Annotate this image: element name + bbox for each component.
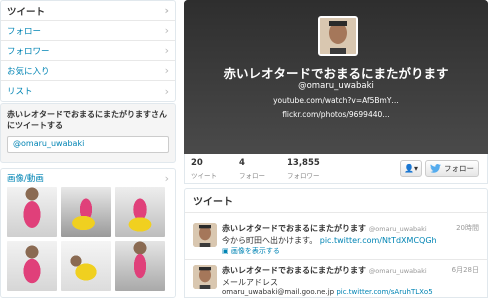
follow-label: フォロー [444,164,474,173]
tweet-link[interactable]: pic.twitter.com/sAruhTLXo5 [336,288,432,296]
nav-item-label: フォロー [7,26,42,37]
tweet-item[interactable]: 赤いレオタードでおまるにまたがります @omaru_uwabaki 20時間 今… [185,223,487,261]
tweet-body: 今から町田へ出かけます。 [222,236,318,245]
tweet-to-box: 赤いレオタードでおまるにまたがりますさんにツイートする @omaru_uwaba… [0,103,176,163]
nav-item-tweets[interactable]: ツイート › [1,1,175,21]
tweet-author: 赤いレオタードでおまるにまたがります @omaru_uwabaki [222,265,427,276]
nav-item-followers[interactable]: フォロワー › [1,41,175,61]
nav-item-favorites[interactable]: お気に入り › [1,61,175,81]
tweet-author-handle: @omaru_uwabaki [368,267,427,275]
stat-count: 13,855 [287,158,320,168]
media-thumbnails [1,187,175,291]
profile-name: 赤いレオタードでおまるにまたがります [223,66,449,81]
tweet-to-input[interactable]: @omaru_uwabaki [7,136,169,153]
tweet-divider [185,259,487,260]
chevron-right-icon: › [164,24,169,37]
tweet-text-line2: omaru_uwabaki@mail.goo.ne.jp pic.twitter… [222,288,433,296]
media-module: 画像/動画 › [0,168,176,298]
show-media-link[interactable]: ▣ 画像を表示する [222,246,280,256]
media-thumbnail[interactable] [61,241,111,291]
tweet-time[interactable]: 6月28日 [452,265,479,275]
media-thumbnail[interactable] [7,241,57,291]
follow-button[interactable]: フォロー [425,160,479,177]
tweet-author-handle: @omaru_uwabaki [368,225,427,233]
profile-stats: 20 ツイート 4 フォロー 13,855 フォロワー 👤▾ フォロー [184,154,488,184]
stat-count: 20 [191,158,203,168]
nav-item-lists[interactable]: リスト › [1,81,175,101]
show-media-label: 画像を表示する [230,247,280,255]
chevron-right-icon: › [164,84,169,98]
tweet-author-name[interactable]: 赤いレオタードでおまるにまたがります [222,224,366,233]
media-thumbnail[interactable] [115,241,165,291]
nav-item-label: ツイート [7,6,46,18]
stat-label: フォロー [239,172,265,180]
chevron-right-icon: › [164,64,169,77]
tweet-text: メールアドレス [222,278,278,287]
stat-label: ツイート [191,172,217,180]
nav-item-label: リスト [7,87,33,97]
chevron-right-icon: › [164,44,169,57]
timeline-title: ツイート [185,189,487,213]
tweet-text: 今から町田へ出かけます。 pic.twitter.com/NtTdXMCQGh [222,235,437,246]
tweet-avatar[interactable] [193,223,217,247]
media-title: 画像/動画 [7,174,44,184]
tweet-author: 赤いレオタードでおまるにまたがります @omaru_uwabaki [222,223,427,234]
tweet-time[interactable]: 20時間 [456,223,479,233]
profile-handle: @omaru_uwabaki [298,81,374,91]
tweet-email: omaru_uwabaki@mail.goo.ne.jp [222,288,335,296]
tweet-to-title: 赤いレオタードでおまるにまたがりますさんにツイートする [7,110,167,130]
stat-following[interactable]: 4 フォロー [239,158,265,180]
tweet-author-name[interactable]: 赤いレオタードでおまるにまたがります [222,266,366,275]
stat-label: フォロワー [287,172,320,180]
face-icon [193,265,217,289]
chevron-right-icon: › [164,171,169,185]
profile-header: 赤いレオタードでおまるにまたがります @omaru_uwabaki youtub… [184,0,488,154]
tweet-link[interactable]: pic.twitter.com/NtTdXMCQGh [320,236,437,245]
nav-item-label: お気に入り [7,66,50,77]
image-icon: ▣ [222,247,229,255]
person-icon: 👤▾ [404,164,418,173]
profile-avatar[interactable] [318,16,358,56]
media-thumbnail[interactable] [7,187,57,237]
profile-link-youtube[interactable]: youtube.com/watch?v=Af5BmY… [184,96,488,105]
user-actions-dropdown-button[interactable]: 👤▾ [400,160,422,177]
tweet-avatar[interactable] [193,265,217,289]
chevron-right-icon: › [164,4,169,17]
profile-nav: ツイート › フォロー › フォロワー › お気に入り › リスト › [0,0,176,102]
nav-item-label: フォロワー [7,46,50,57]
media-thumbnail[interactable] [115,187,165,237]
face-icon [320,18,356,54]
stat-count: 4 [239,158,245,168]
media-thumbnail[interactable] [61,187,111,237]
face-icon [193,223,217,247]
bird-icon [430,164,441,173]
tweet-item[interactable]: 赤いレオタードでおまるにまたがります @omaru_uwabaki 6月28日 … [185,265,487,298]
profile-link-flickr[interactable]: flickr.com/photos/9699440… [184,110,488,119]
timeline: ツイート 赤いレオタードでおまるにまたがります @omaru_uwabaki 2… [184,188,488,298]
stat-followers[interactable]: 13,855 フォロワー [287,158,320,180]
stat-tweets[interactable]: 20 ツイート [191,158,217,180]
nav-item-following[interactable]: フォロー › [1,21,175,41]
media-header[interactable]: 画像/動画 › [1,169,175,187]
